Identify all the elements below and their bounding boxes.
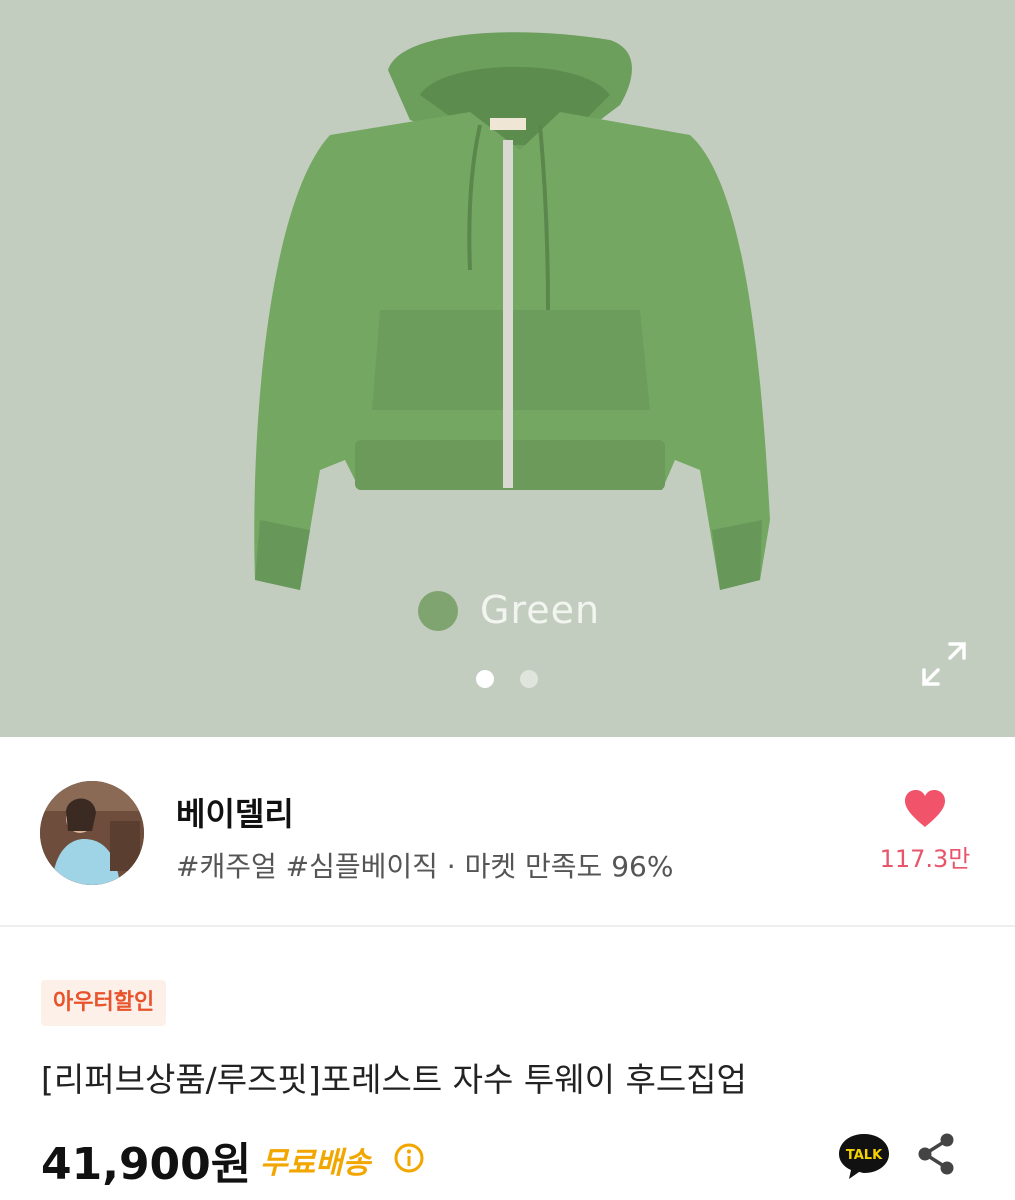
carousel-dot-1[interactable] [476, 670, 494, 688]
color-name-label: Green [480, 588, 601, 632]
heart-icon [905, 790, 945, 827]
color-swatch [418, 591, 458, 631]
like-button[interactable]: 117.3만 [870, 789, 980, 874]
share-icon[interactable] [913, 1130, 959, 1178]
carousel-dots[interactable] [476, 670, 538, 688]
seller-info-row[interactable]: 베이델리 #캐주얼 #심플베이직 · 마켓 만족도 96% 117.3만 [0, 737, 1015, 927]
seller-tags: #캐주얼 #심플베이직 · 마켓 만족도 96% [176, 850, 674, 883]
kakao-talk-button[interactable]: TALK [836, 1130, 892, 1182]
product-price: 41,900원 [41, 1139, 252, 1190]
talk-label: TALK [846, 1148, 883, 1163]
product-title: [리퍼브상품/루즈핏]포레스트 자수 투웨이 후드집업 [41, 1060, 747, 1099]
carousel-dot-2[interactable] [520, 670, 538, 688]
expand-icon[interactable] [920, 640, 968, 688]
free-shipping-label: 무료배송 [260, 1146, 371, 1181]
product-image-gallery[interactable]: Green [0, 0, 1015, 737]
discount-badge: 아우터할인 [41, 980, 167, 1026]
info-icon[interactable] [393, 1142, 425, 1174]
seller-name[interactable]: 베이델리 [176, 789, 294, 835]
like-count: 117.3만 [879, 845, 971, 873]
seller-avatar[interactable] [40, 781, 144, 885]
